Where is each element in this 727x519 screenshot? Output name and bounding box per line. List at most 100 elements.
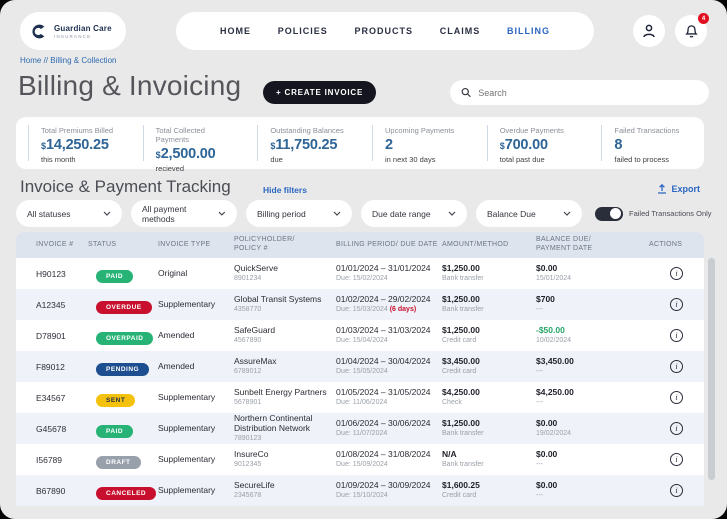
section-title: Invoice & Payment Tracking (20, 177, 231, 196)
actions-cell: i (649, 453, 704, 466)
billing-period-cell: 01/08/2024 – 31/08/2024 Due: 15/09/2024 (336, 450, 442, 469)
stats-summary-card: Total Premiums Billed $14,250.25 this mo… (16, 117, 704, 173)
chevron-down-icon (103, 211, 111, 216)
stat-label: Outstanding Balances (270, 126, 344, 135)
policy-number: 8901234 (234, 274, 262, 282)
billing-period-cell: 01/02/2024 – 29/02/2024 Due: 15/03/2024 (… (336, 295, 442, 314)
breadcrumb[interactable]: Home // Billing & Collection (20, 56, 116, 65)
create-invoice-button[interactable]: + CREATE INVOICE (263, 81, 377, 104)
status-badge: OVERDUE (96, 300, 152, 314)
row-info-button[interactable]: i (670, 422, 683, 435)
status-badge: PAID (96, 424, 134, 438)
policyholder-name: AssureMax (234, 356, 277, 366)
failed-transactions-toggle[interactable] (595, 206, 623, 221)
billing-period: 01/06/2024 – 30/06/2024 (336, 418, 431, 428)
filter-statuses[interactable]: All statuses (16, 200, 122, 227)
search-bar[interactable] (450, 80, 709, 105)
nav-item-policies[interactable]: POLICIES (278, 26, 328, 36)
row-info-button[interactable]: i (670, 391, 683, 404)
row-info-button[interactable]: i (670, 267, 683, 280)
invoice-type: Supplementary (158, 485, 216, 495)
billing-period: 01/08/2024 – 31/08/2024 (336, 449, 431, 459)
payment-date: --- (536, 491, 543, 499)
row-info-button[interactable]: i (670, 484, 683, 497)
toggle-label: Failed Transactions Only (629, 209, 712, 218)
balance-cell: -$50.00 10/02/2024 (536, 326, 649, 345)
policyholder-cell: SecureLife 2345678 (234, 481, 336, 500)
notifications-button[interactable]: 4 (675, 13, 709, 47)
amount-cell: $4,250.00 Check (442, 388, 536, 407)
row-info-button[interactable]: i (670, 298, 683, 311)
invoice-number-cell: H90123 (36, 268, 66, 279)
vertical-scrollbar[interactable] (708, 258, 715, 480)
hide-filters-link[interactable]: Hide filters (263, 185, 307, 195)
stat-value: 11,750.25 (275, 137, 338, 153)
column-header: AMOUNT/METHOD (442, 240, 509, 248)
policyholder-cell: QuickServe 8901234 (234, 264, 336, 283)
due-date: Due: 15/10/2024 (336, 491, 388, 499)
stat-label: Upcoming Payments (385, 126, 455, 135)
filter-billing-period[interactable]: Billing period (246, 200, 352, 227)
balance-cell: $700 --- (536, 295, 649, 314)
chevron-down-icon (563, 211, 571, 216)
stat-outstanding-balances: Outstanding Balances $11,750.25 due (257, 125, 360, 164)
amount-value: $4,250.00 (442, 387, 480, 397)
due-date: Due: 11/06/2024 (336, 398, 388, 406)
amount-cell: $1,600.25 Credit card (442, 481, 536, 500)
row-info-button[interactable]: i (670, 329, 683, 342)
invoice-number-cell: E34567 (36, 392, 66, 403)
billing-period-cell: 01/04/2024 – 30/04/2024 Due: 15/05/2024 (336, 357, 442, 376)
balance-value: $0.00 (536, 418, 558, 428)
status-cell: PAID (88, 420, 158, 438)
amount-value: $3,450.00 (442, 356, 480, 366)
balance-cell: $4,250.00 --- (536, 388, 649, 407)
filter-label: Billing period (257, 208, 306, 219)
balance-cell: $3,450.00 --- (536, 357, 649, 376)
filter-balance-due[interactable]: Balance Due (476, 200, 582, 227)
filter-payment-methods[interactable]: All payment methods (131, 200, 237, 227)
column-header: INVOICE # (36, 240, 74, 248)
search-input[interactable] (478, 87, 698, 98)
policyholder-cell: Sunbelt Energy Partners 5678901 (234, 388, 336, 407)
policyholder-name: SafeGuard (234, 325, 276, 335)
payment-date: --- (536, 367, 543, 375)
invoice-type: Amended (158, 361, 195, 371)
stat-value: 2 (385, 137, 393, 153)
nav-item-home[interactable]: HOME (220, 26, 251, 36)
table-row: I56789 DRAFT Supplementary InsureCo 9012345 0… (16, 444, 704, 475)
payment-method: Credit card (442, 336, 477, 344)
invoice-type-cell: Supplementary (158, 300, 234, 310)
page-title: Billing & Invoicing (18, 70, 242, 101)
status-cell: DRAFT (88, 451, 158, 469)
invoice-type-cell: Supplementary (158, 486, 234, 496)
brand-logo[interactable]: Guardian Care INSURANCE (20, 12, 126, 50)
policyholder-cell: Global Transit Systems 4358770 (234, 295, 336, 314)
stat-sublabel: recieved (155, 164, 185, 173)
policyholder-cell: SafeGuard 4567890 (234, 326, 336, 345)
billing-period: 01/03/2024 – 31/03/2024 (336, 325, 431, 335)
export-button[interactable]: Export (657, 184, 700, 194)
brand-subtitle: INSURANCE (54, 33, 92, 39)
nav-item-claims[interactable]: CLAIMS (440, 26, 481, 36)
amount-cell: $1,250.00 Bank transfer (442, 295, 536, 314)
policyholder-name: QuickServe (234, 263, 278, 273)
filter-due-date-range[interactable]: Due date range (361, 200, 467, 227)
balance-value: $0.00 (536, 263, 558, 273)
amount-cell: $1,250.00 Credit card (442, 326, 536, 345)
policyholder-cell: AssureMax 6789012 (234, 357, 336, 376)
stat-value: 14,250.25 (46, 137, 109, 153)
chevron-down-icon (333, 211, 341, 216)
balance-value: $700 (536, 294, 555, 304)
balance-value: -$50.00 (536, 325, 565, 335)
table-row: F89012 PENDING Amended AssureMax 6789012 01/0… (16, 351, 704, 382)
row-info-button[interactable]: i (670, 360, 683, 373)
status-badge: DRAFT (96, 455, 141, 469)
export-label: Export (671, 184, 700, 194)
nav-item-products[interactable]: PRODUCTS (354, 26, 413, 36)
invoice-number-cell: G45678 (36, 423, 67, 434)
due-date: Due: 15/02/2024 (336, 274, 388, 282)
row-info-button[interactable]: i (670, 453, 683, 466)
nav-item-billing[interactable]: BILLING (507, 26, 550, 36)
invoice-type: Supplementary (158, 392, 216, 402)
user-profile-button[interactable] (633, 15, 665, 47)
